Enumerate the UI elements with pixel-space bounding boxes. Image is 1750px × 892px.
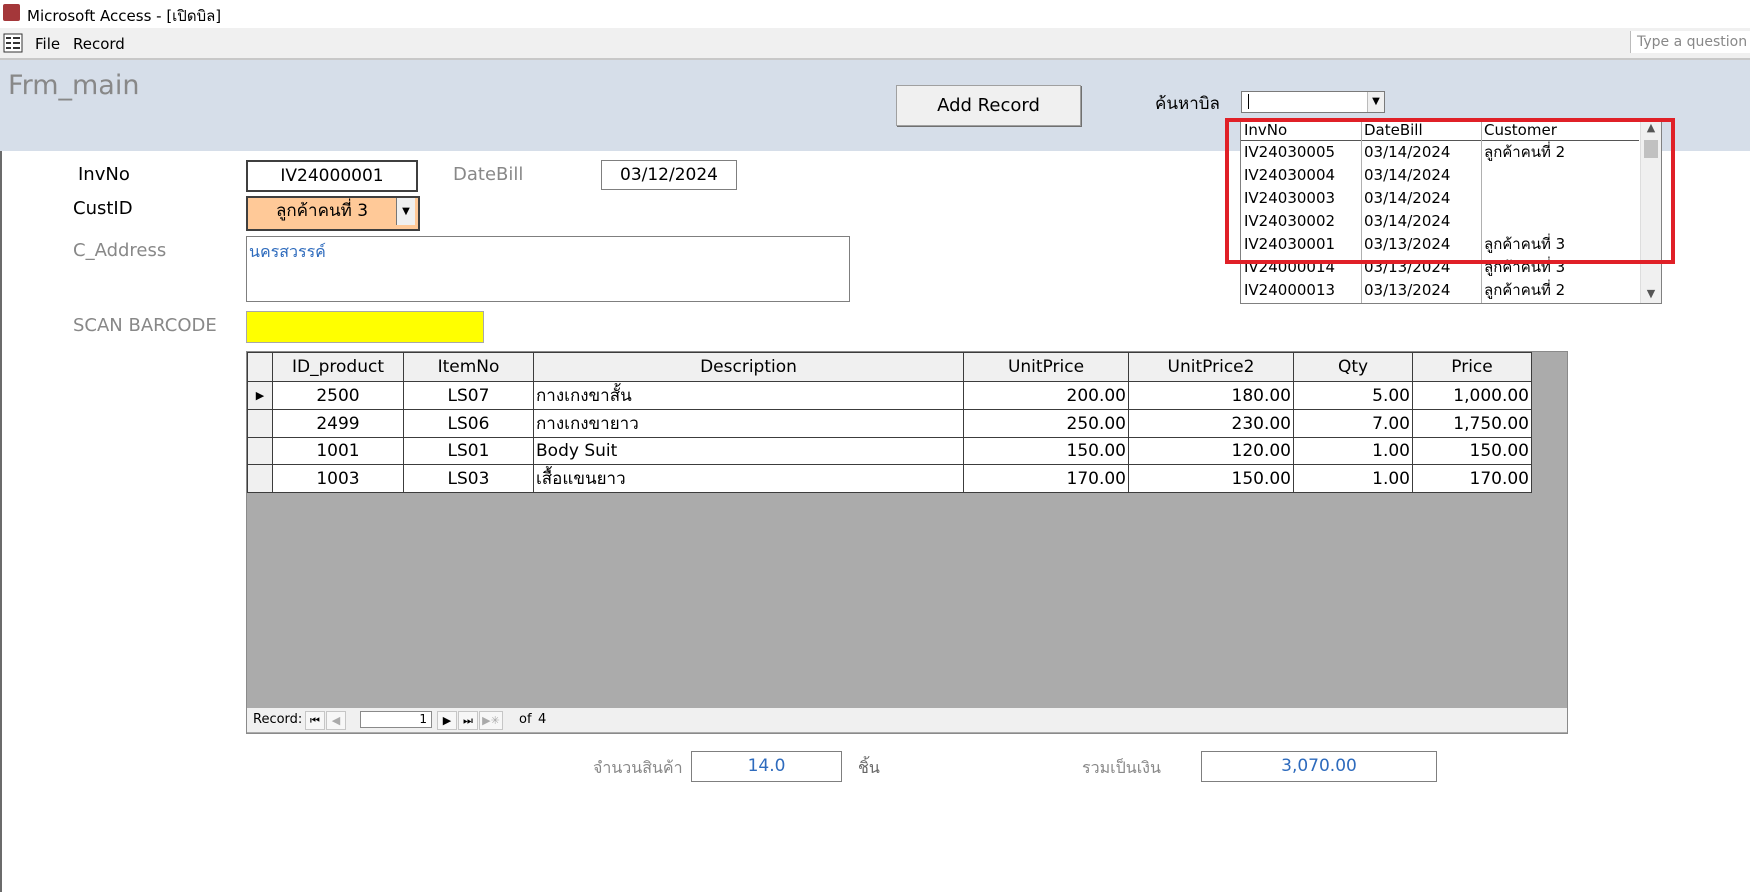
text-caret: [1248, 94, 1249, 109]
custid-combo[interactable]: ลูกค้าคนที่ 3 ▼: [246, 196, 420, 231]
table-row[interactable]: 1001 LS01 Body Suit 150.00 120.00 1.00 1…: [247, 437, 1532, 465]
dropdown-cell-customer: ลูกค้าคนที่ 2: [1484, 281, 1566, 299]
cell-id-product[interactable]: 1003: [272, 464, 404, 493]
col-qty[interactable]: Qty: [1293, 352, 1413, 382]
row-selector[interactable]: [247, 409, 273, 438]
cell-itemno[interactable]: LS07: [403, 381, 534, 410]
cell-unitprice[interactable]: 250.00: [963, 409, 1129, 438]
add-record-button[interactable]: Add Record: [896, 85, 1081, 126]
cell-price[interactable]: 170.00: [1412, 464, 1532, 493]
barcode-input[interactable]: [246, 311, 484, 343]
col-price[interactable]: Price: [1412, 352, 1532, 382]
cell-qty[interactable]: 7.00: [1293, 409, 1413, 438]
form-caption: Frm_main: [8, 70, 140, 101]
col-id-product[interactable]: ID_product: [272, 352, 404, 382]
address-field[interactable]: นครสวรรค์: [246, 236, 850, 302]
highlight-annotation-box: [1225, 118, 1675, 264]
new-record-icon[interactable]: ▶✳: [479, 711, 503, 730]
cell-unitprice2[interactable]: 120.00: [1128, 437, 1294, 465]
custid-value: ลูกค้าคนที่ 3: [275, 201, 369, 221]
current-record-input[interactable]: 1: [360, 711, 432, 728]
qty-total-field[interactable]: 14.0: [691, 751, 842, 782]
cell-unitprice2[interactable]: 230.00: [1128, 409, 1294, 438]
cell-description[interactable]: Body Suit: [533, 437, 964, 465]
menu-record[interactable]: Record: [73, 35, 125, 53]
chevron-down-icon[interactable]: ▼: [1641, 286, 1661, 302]
row-selector[interactable]: [247, 464, 273, 493]
record-nav-label: Record:: [253, 712, 303, 727]
cell-unitprice[interactable]: 150.00: [963, 437, 1129, 465]
datebill-field[interactable]: 03/12/2024: [601, 160, 737, 190]
dropdown-cell-invno: IV24000013: [1244, 281, 1336, 299]
table-row[interactable]: ▶ 2500 LS07 กางเกงขาสั้น 200.00 180.00 5…: [247, 381, 1532, 410]
datebill-label: DateBill: [453, 164, 524, 185]
table-header-row: ID_product ItemNo Description UnitPrice …: [247, 352, 1532, 382]
col-description[interactable]: Description: [533, 352, 964, 382]
cell-unitprice2[interactable]: 150.00: [1128, 464, 1294, 493]
cell-description[interactable]: กางเกงขายาว: [533, 409, 964, 438]
grand-total-label: รวมเป็นเงิน: [1082, 758, 1161, 777]
menu-bar: File Record Type a question f: [0, 28, 1750, 60]
record-navigation-bar: Record: ⏮ ◀ 1 ▶ ⏭ ▶✳ of 4: [247, 708, 1567, 732]
cell-unitprice[interactable]: 170.00: [963, 464, 1129, 493]
col-unitprice[interactable]: UnitPrice: [963, 352, 1129, 382]
table-row[interactable]: 1003 LS03 เสื้อแขนยาว 170.00 150.00 1.00…: [247, 464, 1532, 493]
access-app-icon: [3, 4, 20, 21]
record-nav-of: of: [519, 712, 532, 727]
col-itemno[interactable]: ItemNo: [403, 352, 534, 382]
search-bill-combo[interactable]: [1241, 91, 1385, 113]
record-nav-total: 4: [538, 712, 547, 727]
custid-label: CustID: [73, 198, 133, 219]
qty-unit-label: ชิ้น: [858, 758, 880, 777]
cell-description[interactable]: กางเกงขาสั้น: [533, 381, 964, 410]
address-label: C_Address: [73, 240, 167, 261]
window-left-border: [0, 60, 2, 892]
next-record-icon[interactable]: ▶: [437, 711, 457, 730]
dropdown-cell-date: 03/13/2024: [1364, 281, 1451, 299]
invno-field[interactable]: IV24000001: [246, 160, 418, 192]
cell-id-product[interactable]: 1001: [272, 437, 404, 465]
col-unitprice2[interactable]: UnitPrice2: [1128, 352, 1294, 382]
cell-price[interactable]: 150.00: [1412, 437, 1532, 465]
previous-record-icon[interactable]: ◀: [326, 711, 346, 730]
window-title: Microsoft Access - [เปิดบิล]: [27, 7, 222, 25]
cell-qty[interactable]: 5.00: [1293, 381, 1413, 410]
cell-price[interactable]: 1,750.00: [1412, 409, 1532, 438]
title-bar: Microsoft Access - [เปิดบิล]: [0, 0, 1750, 28]
cell-unitprice[interactable]: 200.00: [963, 381, 1129, 410]
first-record-icon[interactable]: ⏮: [305, 711, 325, 730]
barcode-label: SCAN BARCODE: [73, 315, 217, 336]
form-view-icon[interactable]: [3, 33, 23, 53]
cell-qty[interactable]: 1.00: [1293, 437, 1413, 465]
cell-unitprice2[interactable]: 180.00: [1128, 381, 1294, 410]
order-items-subform: ID_product ItemNo Description UnitPrice …: [246, 351, 1568, 734]
qty-total-label: จำนวนสินค้า: [593, 758, 683, 777]
chevron-down-icon[interactable]: ▼: [396, 198, 415, 225]
ask-question-input[interactable]: Type a question f: [1630, 31, 1750, 53]
dropdown-row[interactable]: IV24000013 03/13/2024 ลูกค้าคนที่ 2: [1241, 279, 1639, 302]
cell-qty[interactable]: 1.00: [1293, 464, 1413, 493]
table-row[interactable]: 2499 LS06 กางเกงขายาว 250.00 230.00 7.00…: [247, 409, 1532, 438]
cell-itemno[interactable]: LS06: [403, 409, 534, 438]
current-record-arrow-icon[interactable]: ▶: [247, 381, 273, 410]
cell-description[interactable]: เสื้อแขนยาว: [533, 464, 964, 493]
cell-itemno[interactable]: LS01: [403, 437, 534, 465]
menu-file[interactable]: File: [35, 35, 60, 53]
chevron-down-icon[interactable]: ▼: [1367, 92, 1384, 112]
row-selector[interactable]: [247, 437, 273, 465]
cell-id-product[interactable]: 2500: [272, 381, 404, 410]
invno-label: InvNo: [78, 164, 130, 185]
search-bill-label: ค้นหาบิล: [1155, 94, 1220, 114]
cell-id-product[interactable]: 2499: [272, 409, 404, 438]
grand-total-field[interactable]: 3,070.00: [1201, 751, 1437, 782]
last-record-icon[interactable]: ⏭: [458, 711, 478, 730]
order-items-table: ID_product ItemNo Description UnitPrice …: [247, 352, 1532, 493]
cell-itemno[interactable]: LS03: [403, 464, 534, 493]
row-selector-header[interactable]: [247, 352, 273, 382]
cell-price[interactable]: 1,000.00: [1412, 381, 1532, 410]
